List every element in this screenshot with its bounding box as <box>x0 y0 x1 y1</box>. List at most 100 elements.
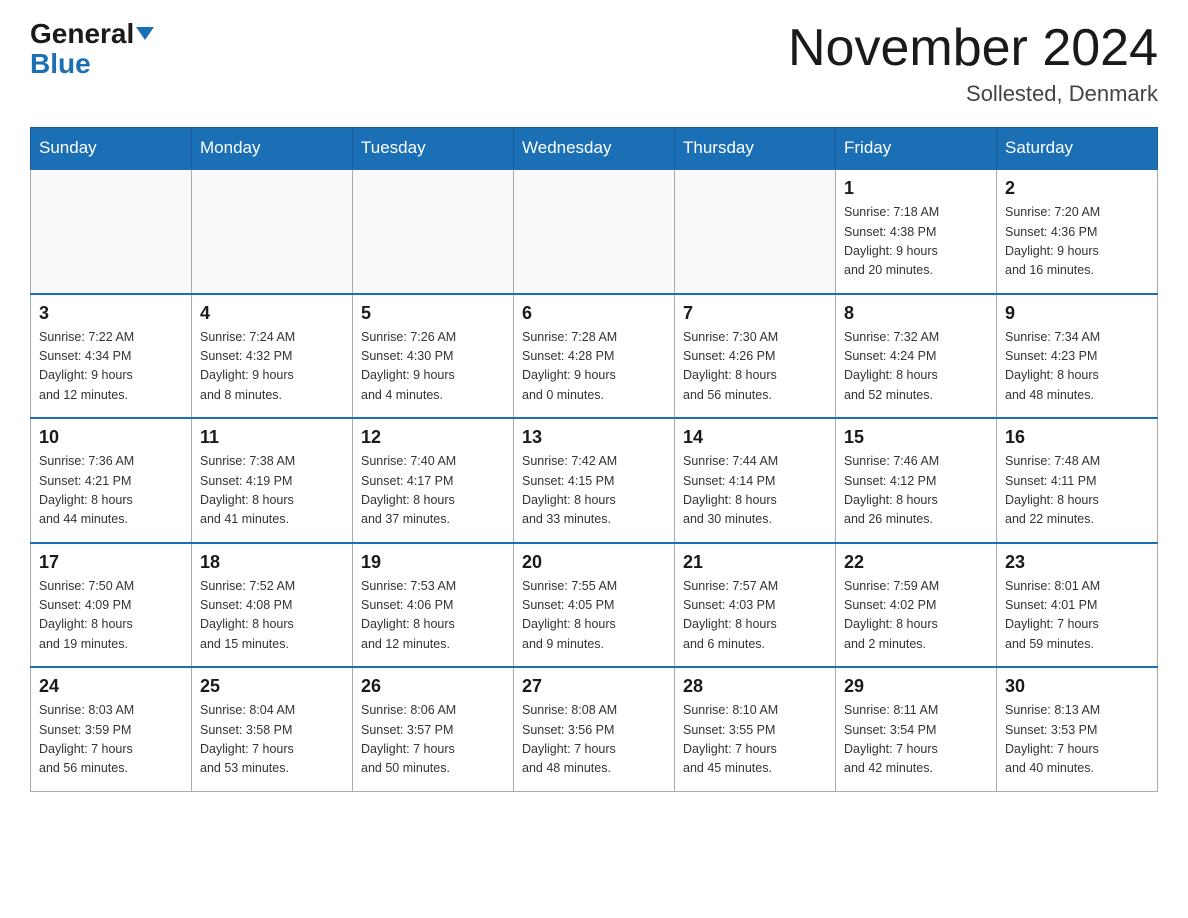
day-info: Sunrise: 8:13 AM Sunset: 3:53 PM Dayligh… <box>1005 701 1149 779</box>
calendar-cell: 30 Sunrise: 8:13 AM Sunset: 3:53 PM Dayli… <box>997 667 1158 791</box>
calendar-cell: 13Sunrise: 7:42 AM Sunset: 4:15 PM Dayli… <box>514 418 675 543</box>
weekday-header-wednesday: Wednesday <box>514 128 675 170</box>
day-info: Sunrise: 8:04 AM Sunset: 3:58 PM Dayligh… <box>200 701 344 779</box>
calendar-cell: 29Sunrise: 8:11 AM Sunset: 3:54 PM Dayli… <box>836 667 997 791</box>
day-number: 7 <box>683 303 827 324</box>
calendar-cell: 20Sunrise: 7:55 AM Sunset: 4:05 PM Dayli… <box>514 543 675 668</box>
day-number: 19 <box>361 552 505 573</box>
day-number: 28 <box>683 676 827 697</box>
calendar-cell <box>514 169 675 294</box>
day-number: 17 <box>39 552 183 573</box>
calendar-cell <box>31 169 192 294</box>
calendar-cell: 9 Sunrise: 7:34 AM Sunset: 4:23 PM Daylig… <box>997 294 1158 419</box>
day-info: Sunrise: 7:53 AM Sunset: 4:06 PM Dayligh… <box>361 577 505 655</box>
day-info: Sunrise: 7:38 AM Sunset: 4:19 PM Dayligh… <box>200 452 344 530</box>
weekday-header-sunday: Sunday <box>31 128 192 170</box>
day-info: Sunrise: 8:08 AM Sunset: 3:56 PM Dayligh… <box>522 701 666 779</box>
calendar-week-2: 3 Sunrise: 7:22 AM Sunset: 4:34 PM Daylig… <box>31 294 1158 419</box>
day-info: Sunrise: 7:24 AM Sunset: 4:32 PM Dayligh… <box>200 328 344 406</box>
calendar-cell <box>192 169 353 294</box>
day-number: 3 <box>39 303 183 324</box>
day-number: 22 <box>844 552 988 573</box>
calendar-cell: 4 Sunrise: 7:24 AM Sunset: 4:32 PM Daylig… <box>192 294 353 419</box>
day-info: Sunrise: 7:18 AM Sunset: 4:38 PM Dayligh… <box>844 203 988 281</box>
logo: General Blue <box>30 20 154 80</box>
day-number: 25 <box>200 676 344 697</box>
title-block: November 2024 Sollested, Denmark <box>788 20 1158 107</box>
day-number: 24 <box>39 676 183 697</box>
calendar-cell: 26 Sunrise: 8:06 AM Sunset: 3:57 PM Dayli… <box>353 667 514 791</box>
location-subtitle: Sollested, Denmark <box>788 81 1158 107</box>
day-number: 21 <box>683 552 827 573</box>
calendar-cell: 27Sunrise: 8:08 AM Sunset: 3:56 PM Dayli… <box>514 667 675 791</box>
calendar-cell: 14 Sunrise: 7:44 AM Sunset: 4:14 PM Dayli… <box>675 418 836 543</box>
calendar-cell: 10 Sunrise: 7:36 AM Sunset: 4:21 PM Dayli… <box>31 418 192 543</box>
day-number: 13 <box>522 427 666 448</box>
day-info: Sunrise: 7:46 AM Sunset: 4:12 PM Dayligh… <box>844 452 988 530</box>
day-info: Sunrise: 7:59 AM Sunset: 4:02 PM Dayligh… <box>844 577 988 655</box>
calendar-table: SundayMondayTuesdayWednesdayThursdayFrid… <box>30 127 1158 792</box>
calendar-cell: 8 Sunrise: 7:32 AM Sunset: 4:24 PM Daylig… <box>836 294 997 419</box>
calendar-cell: 1Sunrise: 7:18 AM Sunset: 4:38 PM Daylig… <box>836 169 997 294</box>
day-number: 6 <box>522 303 666 324</box>
calendar-cell: 28 Sunrise: 8:10 AM Sunset: 3:55 PM Dayli… <box>675 667 836 791</box>
calendar-cell <box>353 169 514 294</box>
calendar-cell: 18Sunrise: 7:52 AM Sunset: 4:08 PM Dayli… <box>192 543 353 668</box>
weekday-header-tuesday: Tuesday <box>353 128 514 170</box>
day-info: Sunrise: 7:48 AM Sunset: 4:11 PM Dayligh… <box>1005 452 1149 530</box>
day-number: 26 <box>361 676 505 697</box>
day-info: Sunrise: 7:52 AM Sunset: 4:08 PM Dayligh… <box>200 577 344 655</box>
weekday-header-monday: Monday <box>192 128 353 170</box>
calendar-week-4: 17 Sunrise: 7:50 AM Sunset: 4:09 PM Dayli… <box>31 543 1158 668</box>
calendar-cell: 6 Sunrise: 7:28 AM Sunset: 4:28 PM Daylig… <box>514 294 675 419</box>
calendar-cell <box>675 169 836 294</box>
day-info: Sunrise: 7:50 AM Sunset: 4:09 PM Dayligh… <box>39 577 183 655</box>
day-info: Sunrise: 7:44 AM Sunset: 4:14 PM Dayligh… <box>683 452 827 530</box>
day-number: 8 <box>844 303 988 324</box>
calendar-cell: 15 Sunrise: 7:46 AM Sunset: 4:12 PM Dayli… <box>836 418 997 543</box>
day-number: 5 <box>361 303 505 324</box>
day-info: Sunrise: 8:06 AM Sunset: 3:57 PM Dayligh… <box>361 701 505 779</box>
day-info: Sunrise: 7:40 AM Sunset: 4:17 PM Dayligh… <box>361 452 505 530</box>
day-number: 30 <box>1005 676 1149 697</box>
day-info: Sunrise: 7:28 AM Sunset: 4:28 PM Dayligh… <box>522 328 666 406</box>
day-number: 11 <box>200 427 344 448</box>
calendar-cell: 16Sunrise: 7:48 AM Sunset: 4:11 PM Dayli… <box>997 418 1158 543</box>
calendar-cell: 12 Sunrise: 7:40 AM Sunset: 4:17 PM Dayli… <box>353 418 514 543</box>
day-info: Sunrise: 7:57 AM Sunset: 4:03 PM Dayligh… <box>683 577 827 655</box>
calendar-cell: 3 Sunrise: 7:22 AM Sunset: 4:34 PM Daylig… <box>31 294 192 419</box>
calendar-cell: 25 Sunrise: 8:04 AM Sunset: 3:58 PM Dayli… <box>192 667 353 791</box>
day-number: 20 <box>522 552 666 573</box>
day-number: 12 <box>361 427 505 448</box>
calendar-cell: 11 Sunrise: 7:38 AM Sunset: 4:19 PM Dayli… <box>192 418 353 543</box>
weekday-header-friday: Friday <box>836 128 997 170</box>
day-info: Sunrise: 8:10 AM Sunset: 3:55 PM Dayligh… <box>683 701 827 779</box>
day-info: Sunrise: 7:20 AM Sunset: 4:36 PM Dayligh… <box>1005 203 1149 281</box>
day-number: 15 <box>844 427 988 448</box>
calendar-cell: 7Sunrise: 7:30 AM Sunset: 4:26 PM Daylig… <box>675 294 836 419</box>
day-number: 10 <box>39 427 183 448</box>
day-number: 14 <box>683 427 827 448</box>
day-info: Sunrise: 7:34 AM Sunset: 4:23 PM Dayligh… <box>1005 328 1149 406</box>
calendar-cell: 24Sunrise: 8:03 AM Sunset: 3:59 PM Dayli… <box>31 667 192 791</box>
month-title: November 2024 <box>788 20 1158 77</box>
calendar-cell: 23 Sunrise: 8:01 AM Sunset: 4:01 PM Dayli… <box>997 543 1158 668</box>
calendar-header-row: SundayMondayTuesdayWednesdayThursdayFrid… <box>31 128 1158 170</box>
day-info: Sunrise: 7:22 AM Sunset: 4:34 PM Dayligh… <box>39 328 183 406</box>
day-number: 9 <box>1005 303 1149 324</box>
calendar-cell: 2 Sunrise: 7:20 AM Sunset: 4:36 PM Daylig… <box>997 169 1158 294</box>
weekday-header-thursday: Thursday <box>675 128 836 170</box>
calendar-week-3: 10 Sunrise: 7:36 AM Sunset: 4:21 PM Dayli… <box>31 418 1158 543</box>
calendar-week-1: 1Sunrise: 7:18 AM Sunset: 4:38 PM Daylig… <box>31 169 1158 294</box>
day-info: Sunrise: 7:36 AM Sunset: 4:21 PM Dayligh… <box>39 452 183 530</box>
day-number: 4 <box>200 303 344 324</box>
day-number: 29 <box>844 676 988 697</box>
logo-blue-text: Blue <box>30 48 91 80</box>
day-number: 2 <box>1005 178 1149 199</box>
page-header: General Blue November 2024 Sollested, De… <box>30 20 1158 107</box>
day-number: 23 <box>1005 552 1149 573</box>
logo-text: General <box>30 20 154 48</box>
day-info: Sunrise: 7:32 AM Sunset: 4:24 PM Dayligh… <box>844 328 988 406</box>
day-info: Sunrise: 7:26 AM Sunset: 4:30 PM Dayligh… <box>361 328 505 406</box>
day-info: Sunrise: 8:01 AM Sunset: 4:01 PM Dayligh… <box>1005 577 1149 655</box>
